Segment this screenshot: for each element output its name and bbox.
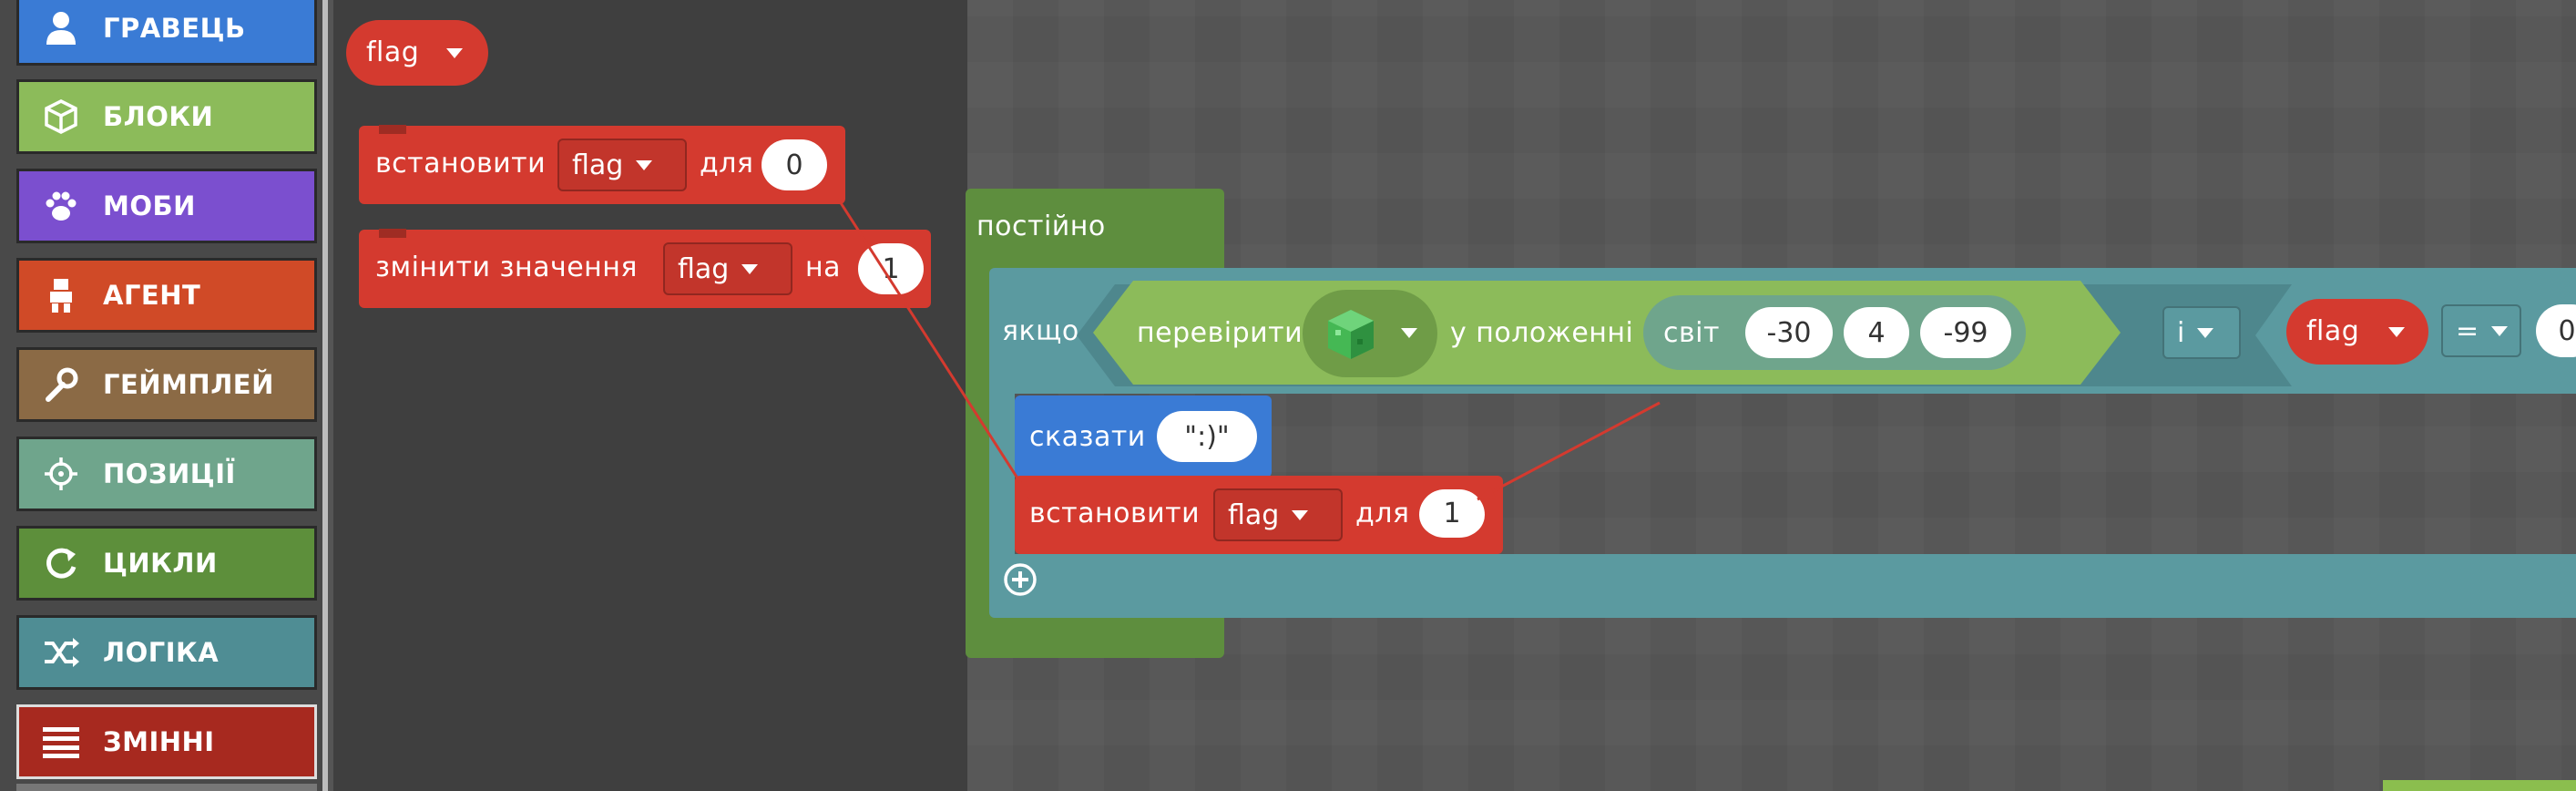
corner-button[interactable]: [2383, 780, 2576, 791]
annotation-arrows: [836, 198, 1661, 501]
arrow-line: [836, 198, 1033, 500]
arrow-head: [1477, 487, 1496, 499]
arrow-line: [1477, 401, 1661, 501]
arrow-head: [1015, 481, 1031, 499]
